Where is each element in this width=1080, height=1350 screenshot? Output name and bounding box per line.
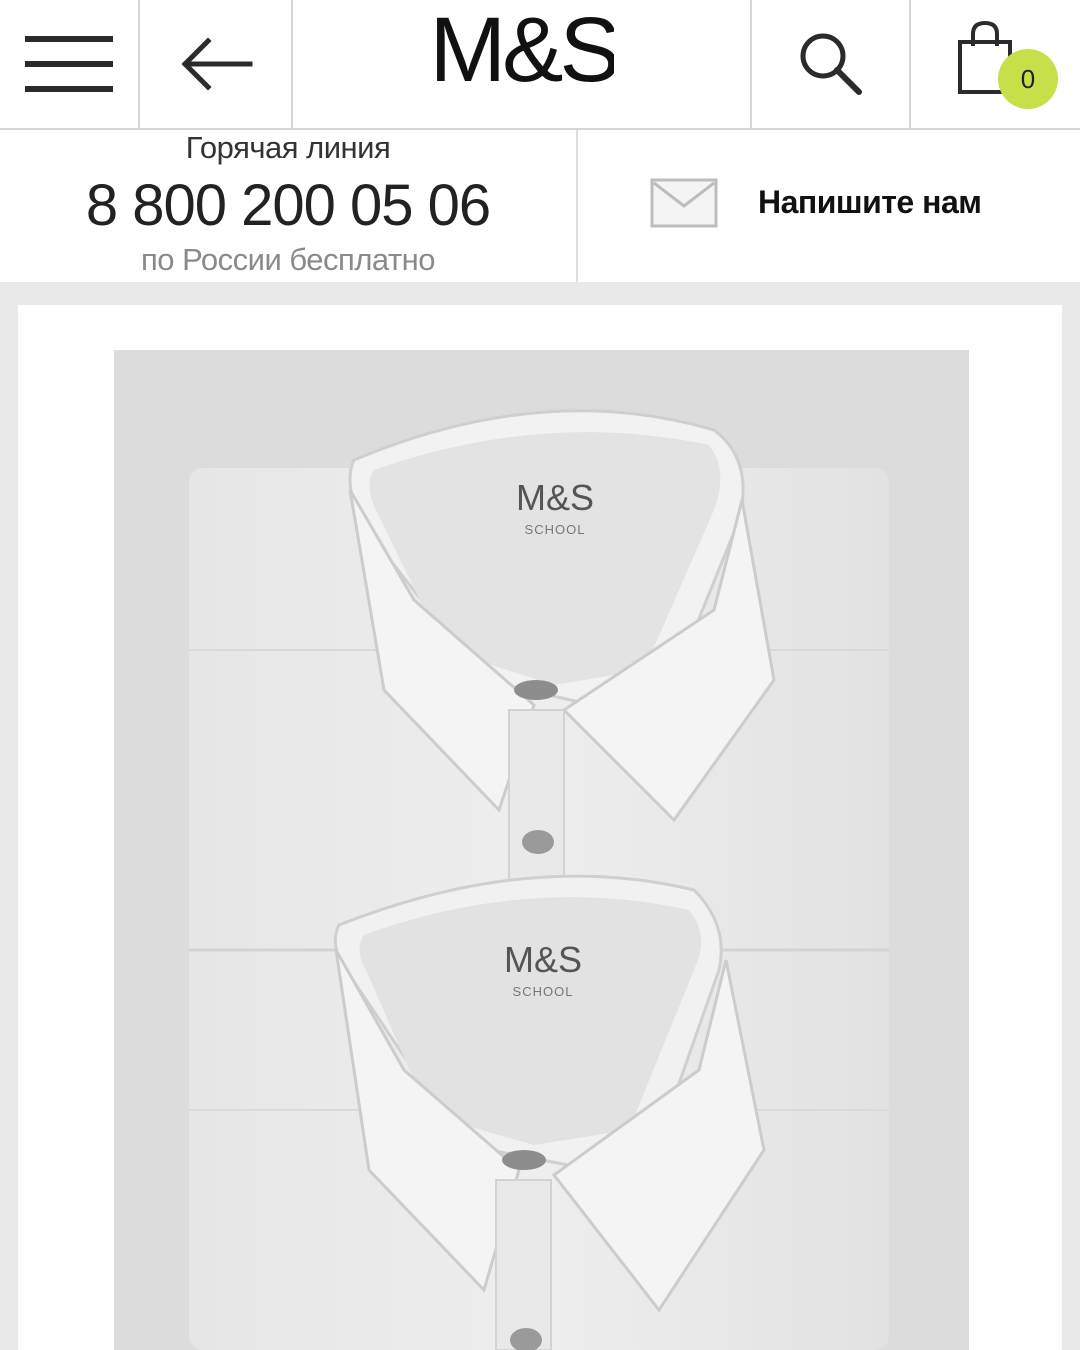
search-button[interactable] — [752, 0, 909, 128]
search-icon — [800, 33, 862, 95]
top-navigation-bar: M&S 0 — [0, 0, 1080, 130]
hamburger-menu-icon — [25, 36, 113, 92]
cart-count-badge: 0 — [998, 49, 1058, 109]
divider — [576, 130, 578, 282]
label-sub: SCHOOL — [525, 522, 586, 537]
cart-button[interactable] — [911, 0, 1080, 128]
product-card: M&S SCHOOL M&S SCHOOL — [18, 305, 1062, 1350]
hotline-note: по России бесплатно — [140, 242, 436, 277]
brand-logo[interactable]: M&S — [293, 0, 750, 128]
label-brand: M&S — [516, 477, 594, 518]
back-button[interactable] — [140, 0, 291, 128]
product-image[interactable]: M&S SCHOOL M&S SCHOOL — [114, 350, 969, 1350]
envelope-icon[interactable] — [650, 178, 718, 228]
arrow-left-icon — [180, 37, 252, 91]
shirts-photo: M&S SCHOOL M&S SCHOOL — [189, 409, 889, 1350]
menu-button[interactable] — [0, 0, 138, 128]
write-us-link[interactable]: Напишите нам — [758, 184, 982, 221]
label-sub: SCHOOL — [513, 984, 574, 999]
label-brand: M&S — [504, 939, 582, 980]
contact-bar: Горячая линия 8 800 200 05 06 по России … — [0, 130, 1080, 282]
hotline-phone-link[interactable]: 8 800 200 05 06 — [0, 172, 576, 239]
brand-logo-text: M&S — [429, 0, 614, 101]
hotline-title: Горячая линия — [185, 130, 391, 165]
